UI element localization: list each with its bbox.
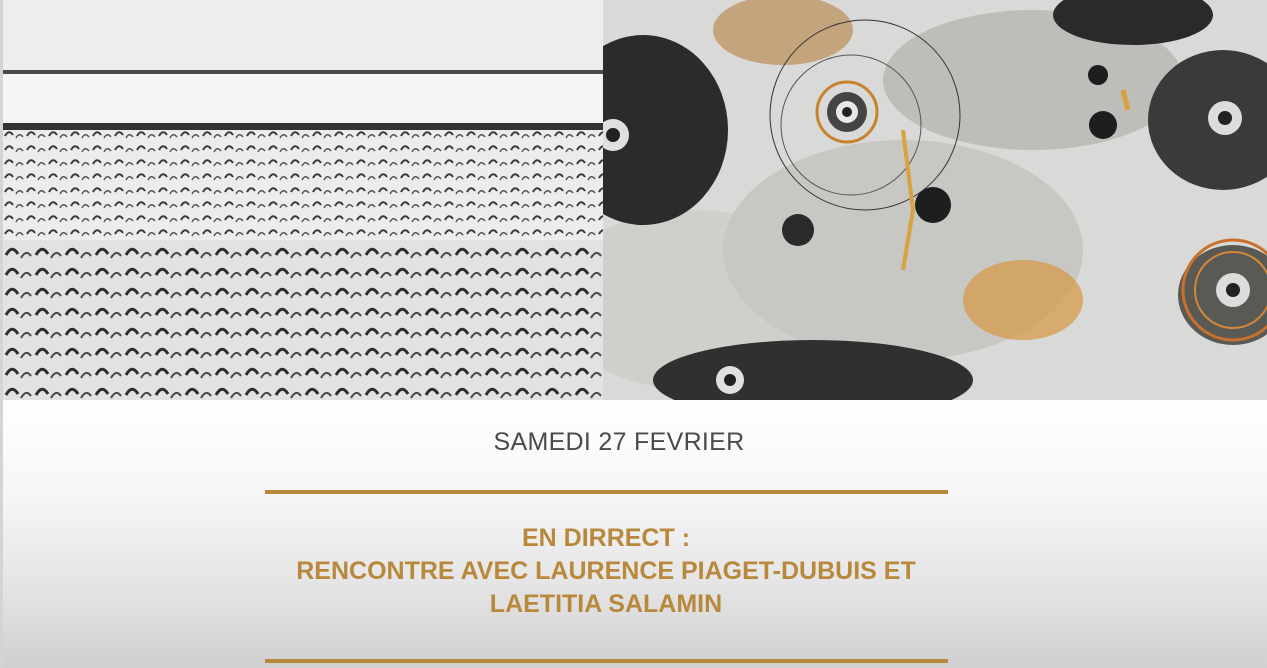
divider-top bbox=[265, 490, 948, 494]
event-date: SAMEDI 27 FEVRIER bbox=[493, 428, 745, 456]
ink-wash-artwork bbox=[603, 0, 1267, 400]
event-info-panel: SAMEDI 27 FEVRIER EN DIRRECT : RENCONTRE… bbox=[3, 400, 1267, 668]
divider-bottom bbox=[265, 659, 948, 663]
snow-field-photo bbox=[3, 0, 603, 400]
headline-line-2: RENCONTRE AVEC LAURENCE PIAGET-DUBUIS ET bbox=[296, 557, 916, 585]
headline-line-1: EN DIRRECT : bbox=[521, 524, 691, 552]
headline-line-3: LAETITIA SALAMIN bbox=[489, 590, 723, 618]
event-headline: EN DIRRECT : RENCONTRE AVEC LAURENCE PIA… bbox=[3, 522, 1209, 621]
presentation-slide: SAMEDI 27 FEVRIER EN DIRRECT : RENCONTRE… bbox=[0, 0, 1267, 668]
